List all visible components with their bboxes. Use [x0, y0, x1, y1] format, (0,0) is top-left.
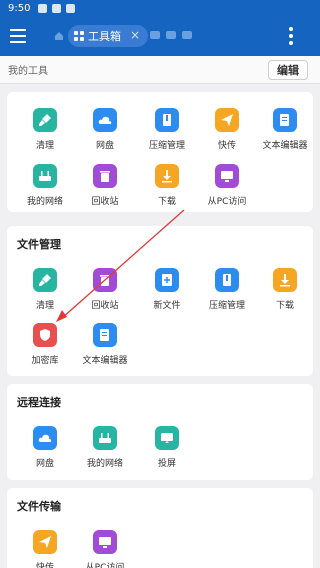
- file_mgmt-tile[interactable]: 清理: [15, 268, 75, 311]
- transfer-tile[interactable]: 从PC访问: [75, 530, 135, 568]
- file-transfer-card: 文件传输快传 从PC访问: [7, 488, 313, 568]
- tool-label: 新文件: [153, 301, 181, 311]
- file_mgmt-tile[interactable]: 下载: [255, 268, 315, 311]
- broom-icon: [33, 268, 57, 292]
- tool-label: 加密库: [31, 356, 59, 366]
- tool-label: 快传: [35, 563, 54, 568]
- tool-label: 文本编辑器: [82, 356, 128, 366]
- download-icon: [273, 268, 297, 292]
- grid-icon: [74, 31, 84, 41]
- tool-label: 投屏: [157, 459, 176, 469]
- tool-label: 从PC访问: [207, 197, 247, 207]
- menu-icon[interactable]: [10, 29, 26, 43]
- section-title: 远程连接: [17, 396, 61, 409]
- tab-strip-icons: [150, 31, 192, 39]
- paper-plane-icon: [215, 108, 239, 132]
- my-tools-tile[interactable]: 我的网络: [15, 164, 75, 207]
- tool-label: 网盘: [35, 459, 54, 469]
- tool-label: 网盘: [95, 141, 114, 151]
- tool-label: 压缩管理: [148, 141, 185, 151]
- status-bar: 9:50: [0, 0, 320, 16]
- tool-label: 压缩管理: [208, 301, 245, 311]
- file_mgmt-tile[interactable]: 新文件: [137, 268, 197, 311]
- tool-label: 回收站: [91, 197, 119, 207]
- transfer-tile[interactable]: 快传: [15, 530, 75, 568]
- text-editor-icon: [93, 323, 117, 347]
- tab-label: 工具箱: [88, 30, 121, 43]
- cloud-icon: [93, 108, 117, 132]
- archive-icon: [155, 108, 179, 132]
- notification-icon: [66, 3, 76, 13]
- tool-label: 我的网络: [26, 197, 63, 207]
- tool-label: 快传: [217, 141, 236, 151]
- status-time: 9:50: [8, 2, 31, 14]
- download-icon: [155, 164, 179, 188]
- file_mgmt-tile[interactable]: 压缩管理: [197, 268, 257, 311]
- tab-toolbox[interactable]: 工具箱 ×: [68, 25, 148, 47]
- close-icon[interactable]: ×: [130, 28, 140, 42]
- tab-mini-icon[interactable]: [166, 31, 176, 39]
- router-icon: [93, 426, 117, 450]
- text-editor-icon: [273, 108, 297, 132]
- my-tools-tile[interactable]: 清理: [15, 108, 75, 151]
- tab-mini-icon[interactable]: [150, 31, 160, 39]
- notification-icon: [52, 3, 62, 13]
- broom-icon: [33, 108, 57, 132]
- trash-icon: [93, 268, 117, 292]
- notification-icon: [38, 3, 48, 13]
- pc-icon: [215, 164, 239, 188]
- tool-label: 从PC访问: [85, 563, 125, 568]
- tool-label: 清理: [35, 301, 54, 311]
- file_mgmt-tile[interactable]: 加密库: [15, 323, 75, 366]
- my-tools-tile[interactable]: 网盘: [75, 108, 135, 151]
- new-file-icon: [155, 268, 179, 292]
- app-bar: 工具箱 ×: [0, 16, 320, 56]
- my-tools-tile[interactable]: 从PC访问: [197, 164, 257, 207]
- file-management-card: 文件管理清理 回收站 新文件 压缩管理 下载加密库 文本编辑器: [7, 226, 313, 376]
- paper-plane-icon: [33, 530, 57, 554]
- my-tools-header: 我的工具 编辑: [0, 56, 320, 84]
- remote-tile[interactable]: 我的网络: [75, 426, 135, 469]
- tool-label: 我的网络: [86, 459, 123, 469]
- tool-label: 文本编辑器: [262, 141, 308, 151]
- section-title: 文件管理: [17, 238, 61, 251]
- archive-icon: [215, 268, 239, 292]
- edit-button[interactable]: 编辑: [268, 60, 308, 80]
- my-tools-tile[interactable]: 文本编辑器: [255, 108, 315, 151]
- tab-mini-icon[interactable]: [182, 31, 192, 39]
- my-tools-tile[interactable]: 回收站: [75, 164, 135, 207]
- file_mgmt-tile[interactable]: 文本编辑器: [75, 323, 135, 366]
- shield-icon: [33, 323, 57, 347]
- my-tools-card: 清理 网盘 压缩管理 快传 文本编辑器我的网络 回收站 下载 从PC访问: [7, 92, 313, 212]
- tool-label: 下载: [275, 301, 294, 311]
- trash-icon: [93, 164, 117, 188]
- remote-tile[interactable]: 投屏: [137, 426, 197, 469]
- my-tools-label: 我的工具: [8, 66, 48, 77]
- router-icon: [33, 164, 57, 188]
- pc-icon: [93, 530, 117, 554]
- remote-tile[interactable]: 网盘: [15, 426, 75, 469]
- tool-label: 回收站: [91, 301, 119, 311]
- my-tools-tile[interactable]: 快传: [197, 108, 257, 151]
- cloud-icon: [33, 426, 57, 450]
- my-tools-tile[interactable]: 压缩管理: [137, 108, 197, 151]
- file_mgmt-tile[interactable]: 回收站: [75, 268, 135, 311]
- section-title: 文件传输: [17, 500, 61, 513]
- tool-label: 清理: [35, 141, 54, 151]
- remote-connection-card: 远程连接网盘 我的网络 投屏: [7, 384, 313, 480]
- home-icon[interactable]: [54, 31, 64, 41]
- more-options-icon[interactable]: [288, 27, 294, 45]
- my-tools-tile[interactable]: 下载: [137, 164, 197, 207]
- cast-icon: [155, 426, 179, 450]
- tool-label: 下载: [157, 197, 176, 207]
